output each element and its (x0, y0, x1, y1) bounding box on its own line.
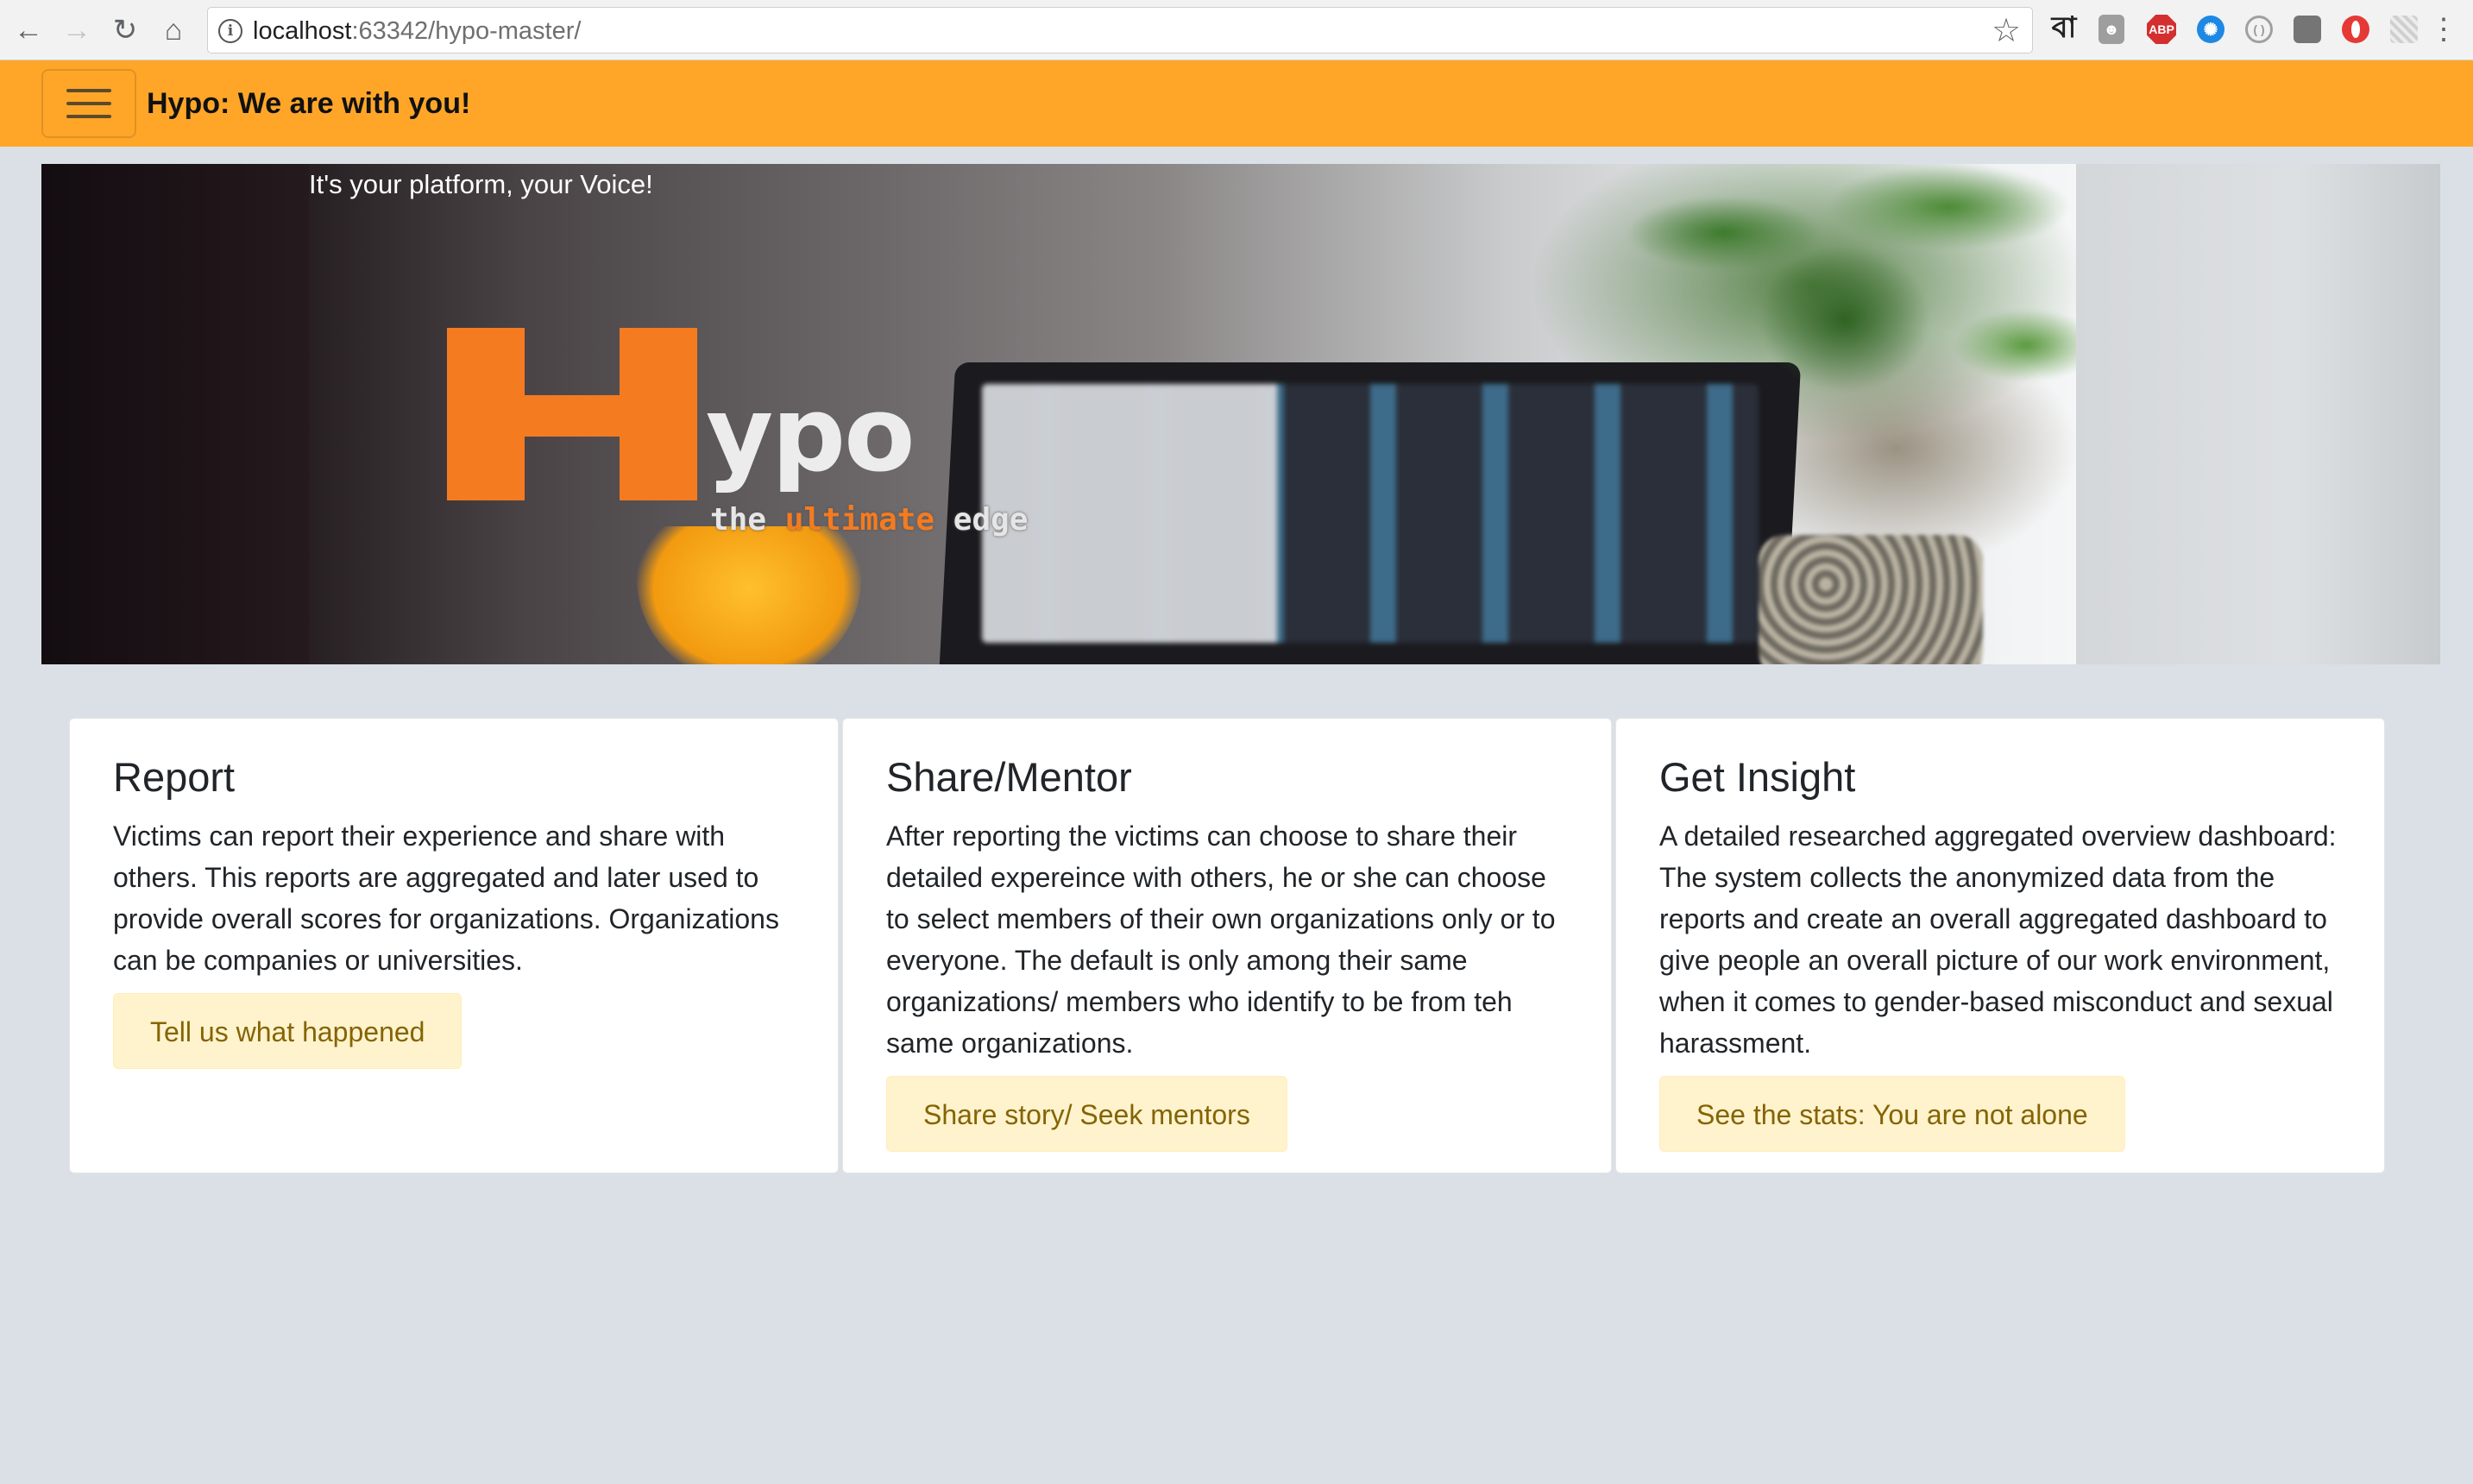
hero-side-panel (2076, 164, 2440, 664)
reload-icon[interactable]: ↻ (105, 10, 145, 50)
browser-menu-icon[interactable]: ⋮ (2426, 12, 2461, 47)
card-title: Report (113, 754, 236, 800)
extension-circle-icon[interactable]: ( ) (2245, 16, 2273, 43)
bookmark-star-icon[interactable]: ☆ (1987, 11, 2025, 49)
opera-icon[interactable] (2342, 16, 2369, 43)
url-path: :63342/hypo-master/ (351, 17, 582, 45)
logo-tagline-pre: the (710, 502, 785, 538)
card-get-insight: Get Insight A detailed researched aggreg… (1615, 718, 2385, 1173)
hypo-logo-text: ypo (706, 375, 916, 495)
card-text: A detailed researched aggregated overvie… (1659, 821, 2337, 1060)
address-bar[interactable]: i localhost:63342/hypo-master/ ☆ (207, 7, 2033, 53)
url-host: localhost (253, 17, 352, 45)
card-share-mentor: Share/Mentor After reporting the victims… (842, 718, 1612, 1173)
home-icon[interactable]: ⌂ (154, 10, 193, 50)
bengali-keyboard-icon[interactable]: বা (2047, 10, 2081, 47)
back-arrow-icon[interactable]: ← (9, 10, 48, 50)
hero-tagline: It's your platform, your Voice! (309, 169, 653, 199)
browser-toolbar: ← → ↻ ⌂ i localhost:63342/hypo-master/ ☆… (0, 0, 2473, 60)
extension-grid-icon[interactable] (2390, 16, 2418, 43)
adblock-plus-icon[interactable]: ABP (2147, 15, 2176, 44)
card-report: Report Victims can report their experien… (69, 718, 839, 1173)
see-the-stats-button[interactable]: See the stats: You are not alone (1659, 1076, 2125, 1153)
plant-image (1620, 164, 2076, 492)
plant-pot-image (1759, 535, 1983, 664)
hamburger-line (66, 89, 111, 92)
hero-dark-edge (41, 164, 309, 664)
hamburger-menu-button[interactable] (41, 69, 136, 138)
card-text: Victims can report their experience and … (113, 821, 779, 977)
logo-tagline-post: edge (934, 502, 1029, 538)
logo-tagline-accent: ultimate (784, 502, 935, 538)
share-story-button[interactable]: Share story/ Seek mentors (886, 1076, 1287, 1153)
hamburger-line (66, 115, 111, 118)
hypo-logo-tagline: the ultimate edge (710, 502, 1028, 538)
hero-banner: It's your platform, your Voice! ypo the … (41, 164, 2440, 664)
app-navbar: Hypo: We are with you! (0, 60, 2473, 147)
site-info-icon[interactable]: i (218, 19, 242, 43)
ghostery-icon[interactable]: ☻ (2099, 15, 2124, 44)
juice-glass-image (637, 526, 861, 664)
card-title: Share/Mentor (886, 754, 1132, 800)
navbar-brand[interactable]: Hypo: We are with you! (147, 60, 470, 147)
forward-arrow-icon[interactable]: → (57, 10, 97, 50)
url-text: localhost:63342/hypo-master/ (253, 8, 581, 54)
hero-background-image (41, 164, 2076, 664)
hamburger-line (66, 102, 111, 105)
extension-blue-icon[interactable]: ✺ (2197, 16, 2224, 43)
extension-dark-icon[interactable] (2294, 16, 2321, 43)
card-text: After reporting the victims can choose t… (886, 821, 1556, 1060)
tell-us-what-happened-button[interactable]: Tell us what happened (113, 993, 463, 1070)
card-title: Get Insight (1659, 754, 1856, 800)
hypo-logo-h-icon (447, 328, 697, 500)
